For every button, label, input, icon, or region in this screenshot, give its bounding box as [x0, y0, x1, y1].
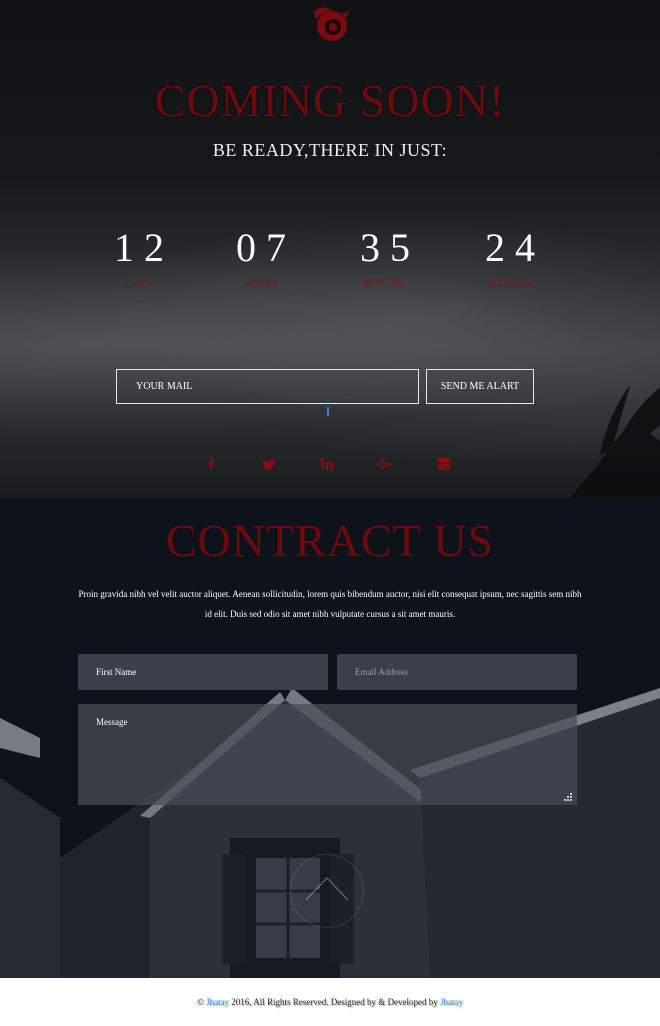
youtube-icon[interactable]	[432, 456, 456, 478]
contact-section: CONTRACT US Proin gravida nibh vel velit…	[0, 498, 660, 978]
countdown-seconds: 24 SECONDS	[455, 224, 565, 288]
days-value: 12	[114, 225, 174, 270]
message-placeholder: Message	[96, 717, 128, 727]
hours-value: 07	[236, 225, 296, 270]
text-cursor	[327, 407, 329, 416]
message-field[interactable]: Message	[78, 704, 577, 805]
google-plus-icon[interactable]	[373, 456, 397, 478]
first-name-field[interactable]: First Name	[78, 654, 328, 690]
seconds-value: 24	[485, 225, 545, 270]
coming-soon-title: COMING SOON!	[154, 75, 506, 126]
brand-link-1[interactable]: Jhatay	[206, 997, 229, 1007]
mail-input[interactable]: YOUR MAIL	[116, 369, 419, 404]
footer: © Jhatay 2016, All Rights Reserved. Desi…	[0, 978, 660, 1021]
send-alert-button[interactable]: SEND ME ALART	[426, 369, 534, 404]
countdown-subtitle: BE READY,THERE IN JUST:	[212, 140, 448, 160]
hours-label: HOURS	[244, 278, 278, 288]
copyright-symbol: ©	[196, 997, 204, 1007]
email-field[interactable]: Email Address	[337, 654, 577, 690]
brand-link-2[interactable]: Jhatay	[440, 997, 463, 1007]
footer-text: 2016, All Rights Reserved. Designed by &…	[229, 997, 441, 1007]
days-label: DAYS	[126, 278, 152, 288]
contact-title: CONTRACT US	[165, 515, 495, 566]
seconds-label: SECONDS	[487, 278, 533, 288]
minutes-label: MINUTES	[363, 278, 407, 288]
countdown-days: 12 DAYS	[84, 224, 194, 288]
facebook-icon[interactable]	[199, 456, 223, 478]
scroll-to-top-button[interactable]	[290, 854, 364, 928]
resize-grip-icon[interactable]	[563, 792, 573, 802]
minutes-value: 35	[360, 225, 420, 270]
chevron-up-icon	[305, 877, 349, 901]
hero-section: COMING SOON! BE READY,THERE IN JUST: 12 …	[0, 0, 660, 498]
countdown-hours: 07 HOURS	[206, 224, 316, 288]
linkedin-icon[interactable]	[315, 456, 339, 478]
countdown-minutes: 35 MINUTES	[330, 224, 440, 288]
twitter-icon[interactable]	[257, 456, 281, 478]
contact-description: Proin gravida nibh vel velit auctor aliq…	[78, 589, 582, 619]
bird-logo-icon[interactable]	[306, 4, 354, 44]
